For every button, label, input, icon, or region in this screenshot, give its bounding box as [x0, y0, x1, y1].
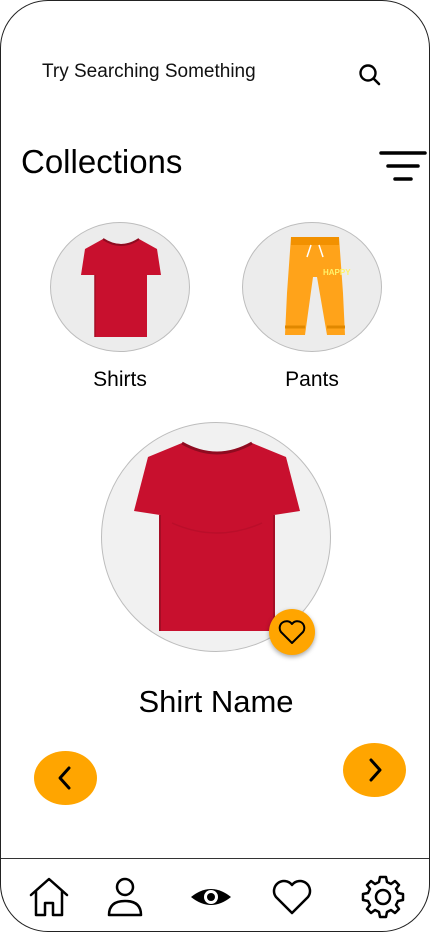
chevron-left-icon: [58, 766, 71, 790]
shirt-image: [81, 238, 161, 337]
eye-icon[interactable]: [189, 875, 233, 919]
favorite-button[interactable]: [269, 609, 315, 655]
home-icon[interactable]: [27, 875, 71, 919]
search-icon[interactable]: [357, 62, 383, 88]
category-label-shirts: Shirts: [93, 368, 147, 391]
bottom-navigation: [1, 858, 429, 931]
phone-frame: Try Searching Something Collections Shir…: [0, 0, 430, 932]
collections-title: Collections: [21, 143, 183, 180]
category-pants[interactable]: HAPPY: [242, 222, 382, 352]
previous-button[interactable]: [34, 751, 97, 805]
filter-icon[interactable]: [379, 149, 427, 185]
next-button[interactable]: [343, 743, 406, 797]
user-icon[interactable]: [103, 875, 147, 919]
gear-icon[interactable]: [361, 875, 405, 919]
svg-text:HAPPY: HAPPY: [323, 268, 351, 277]
heart-icon: [278, 620, 306, 644]
product-name: Shirt Name: [138, 684, 294, 719]
pants-image: HAPPY: [285, 237, 351, 335]
chevron-right-icon: [369, 758, 382, 782]
search-placeholder[interactable]: Try Searching Something: [42, 61, 256, 83]
category-shirts[interactable]: [50, 222, 190, 352]
heart-icon[interactable]: [270, 875, 314, 919]
category-label-pants: Pants: [285, 368, 339, 391]
